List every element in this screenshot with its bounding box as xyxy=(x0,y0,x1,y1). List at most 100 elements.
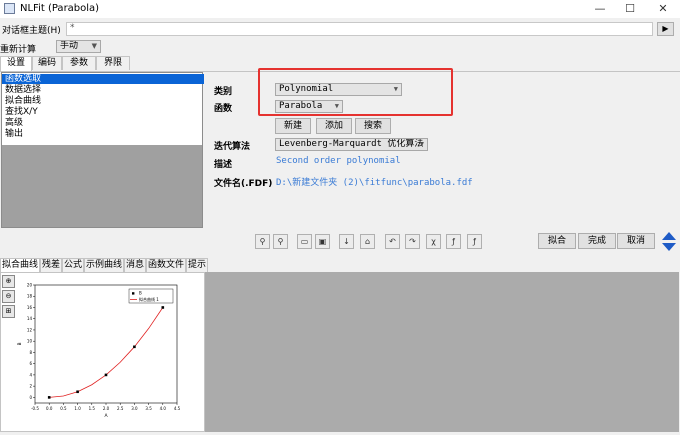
data-point xyxy=(133,345,136,349)
y-tick-label: 2 xyxy=(29,384,32,389)
function-value: Parabola xyxy=(279,101,323,111)
chisq-icon[interactable]: χ xyxy=(426,234,441,249)
bottom-tabs: 拟合曲线 残差 公式 示例曲线 消息 函数文件 提示 xyxy=(0,258,680,273)
x-tick-label: 1.5 xyxy=(89,406,96,411)
fit-once-icon[interactable]: ⚲ xyxy=(255,234,270,249)
tab-code[interactable]: 编码 xyxy=(32,56,62,70)
tab-params[interactable]: 参数 xyxy=(62,56,96,70)
nav-item-find-xy[interactable]: 查找X/Y xyxy=(2,107,204,117)
expand-down-icon[interactable] xyxy=(662,243,676,251)
tab-residual[interactable]: 残差 xyxy=(40,258,62,272)
theme-arrow-button[interactable]: ▶ xyxy=(657,22,674,36)
nav-item-advanced[interactable]: 高级 xyxy=(2,118,204,128)
new-button[interactable]: 新建 xyxy=(275,118,311,134)
chevron-down-icon: ▼ xyxy=(91,42,97,50)
x-tick-label: 0.5 xyxy=(60,406,67,411)
nav-item-fit-curve[interactable]: 拟合曲线 xyxy=(2,96,204,106)
y-tick-label: 4 xyxy=(29,372,32,377)
window-title: NLFit (Parabola) xyxy=(20,3,100,14)
fit-until-icon[interactable]: ƒ xyxy=(467,234,482,249)
file-label: 文件名(.FDF) xyxy=(214,179,273,189)
legend-label-points: B xyxy=(139,291,142,296)
undo-icon[interactable]: ↶ xyxy=(385,234,400,249)
desc-label: 描述 xyxy=(214,160,233,170)
nav-item-function-select[interactable]: 函数选取 xyxy=(2,74,204,84)
graph-side-toolbar: ⊕ ⊖ ⊞ xyxy=(2,275,15,319)
iter-select[interactable]: Levenberg-Marquardt 优化算法 ▼ xyxy=(275,138,428,151)
x-tick-label: 3.0 xyxy=(131,406,138,411)
data-point xyxy=(161,306,165,309)
y-tick-label: 8 xyxy=(29,350,32,355)
add-button[interactable]: 添加 xyxy=(316,118,352,134)
title-bar: NLFit (Parabola) — ☐ ✕ xyxy=(0,0,680,18)
y-axis-label: B xyxy=(17,342,23,345)
nav-tree: 函数选取 数据选择 拟合曲线 查找X/Y 高级 输出 xyxy=(1,72,204,228)
tab-fit-curve[interactable]: 拟合曲线 xyxy=(0,258,40,272)
x-axis-label: A xyxy=(104,413,108,419)
theme-value: * xyxy=(70,23,75,33)
x-tick-label: 2.5 xyxy=(117,406,124,411)
desc-value: Second order polynomial xyxy=(276,156,401,166)
x-tick-label: 2.0 xyxy=(103,406,110,411)
maximize-button[interactable]: ☐ xyxy=(615,0,645,18)
y-tick-label: 14 xyxy=(27,316,33,321)
chevron-down-icon: ▼ xyxy=(393,85,398,93)
tab-function-file[interactable]: 函数文件 xyxy=(146,258,186,272)
recalc-label: 重新计算 xyxy=(0,45,37,55)
params-icon[interactable]: ↓ xyxy=(339,234,354,249)
search-button[interactable]: 搜索 xyxy=(355,118,391,134)
data-point xyxy=(47,396,51,399)
legend-label-fit: 拟合曲线 1 xyxy=(139,296,159,302)
tab-bounds[interactable]: 界限 xyxy=(96,56,130,70)
y-tick-label: 6 xyxy=(29,361,32,366)
function-label: 函数 xyxy=(214,104,233,114)
y-tick-label: 10 xyxy=(27,339,33,344)
cancel-button[interactable]: 取消 xyxy=(617,233,655,249)
tab-formula[interactable]: 公式 xyxy=(62,258,84,272)
tab-sample-curve[interactable]: 示例曲线 xyxy=(84,258,124,272)
chevron-down-icon: ▼ xyxy=(419,140,424,148)
redo-icon[interactable]: ↷ xyxy=(405,234,420,249)
collapse-up-icon[interactable] xyxy=(662,232,676,240)
legend-marker-points xyxy=(132,292,135,295)
x-tick-label: -0.5 xyxy=(31,406,39,411)
fit-button[interactable]: 拟合 xyxy=(538,233,576,249)
nav-item-output[interactable]: 输出 xyxy=(2,129,204,139)
theme-combo[interactable]: * xyxy=(66,22,653,36)
rescale-icon[interactable]: ⊞ xyxy=(2,305,15,318)
empty-gray-area xyxy=(205,272,679,432)
open-icon[interactable]: ▭ xyxy=(297,234,312,249)
zoom-in-icon[interactable]: ⊕ xyxy=(2,275,15,288)
function-form: 类别 Polynomial ▼ 函数 Parabola ▼ 新建 添加 搜索 迭代算… xyxy=(205,68,678,228)
nav-item-data-select[interactable]: 数据选择 xyxy=(2,85,204,95)
data-point xyxy=(104,373,108,377)
done-button[interactable]: 完成 xyxy=(578,233,616,249)
x-tick-label: 4.0 xyxy=(160,406,167,411)
zoom-out-icon[interactable]: ⊖ xyxy=(2,290,15,303)
file-path-link[interactable]: D:\新建文件夹 (2)\fitfunc\parabola.fdf xyxy=(276,175,473,188)
y-tick-label: 12 xyxy=(27,327,33,332)
y-tick-label: 0 xyxy=(29,395,32,400)
theme-label: 对话框主题(H) xyxy=(2,26,61,36)
tab-settings[interactable]: 设置 xyxy=(0,56,32,71)
x-tick-label: 1.0 xyxy=(74,406,81,411)
close-button[interactable]: ✕ xyxy=(648,0,678,18)
fit-curve-line xyxy=(49,307,164,398)
fit-iter-icon[interactable]: ⚲ xyxy=(273,234,288,249)
recalc-value: 手动 xyxy=(60,41,79,51)
function-select[interactable]: Parabola ▼ xyxy=(275,100,343,113)
minimize-button[interactable]: — xyxy=(585,0,615,18)
save-icon[interactable]: ▣ xyxy=(315,234,330,249)
tab-messages[interactable]: 消息 xyxy=(124,258,146,272)
y-tick-label: 18 xyxy=(27,294,33,299)
y-tick-label: 20 xyxy=(27,283,33,288)
home-icon[interactable]: ⌂ xyxy=(360,234,375,249)
data-point xyxy=(76,390,79,394)
fit-icon[interactable]: ƒ xyxy=(446,234,461,249)
category-select[interactable]: Polynomial ▼ xyxy=(275,83,402,96)
tab-hints[interactable]: 提示 xyxy=(186,258,208,272)
fit-preview-chart: -0.5 0.0 0.5 1.0 1.5 2.0 2.5 3.0 3.5 4.0 4.5 0 2 4 6 8 1… xyxy=(17,283,181,420)
chevron-down-icon: ▼ xyxy=(334,102,339,110)
recalc-select[interactable]: 手动 ▼ xyxy=(56,40,101,53)
iter-label: 迭代算法 xyxy=(214,142,251,152)
